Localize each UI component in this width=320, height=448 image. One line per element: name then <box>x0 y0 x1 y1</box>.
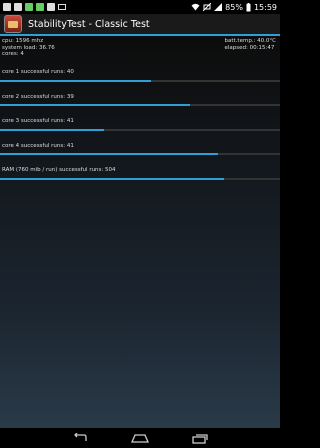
test-info: batt.temp.: 40.0°C elapsed: 00:15:47 <box>225 38 277 51</box>
elapsed-time: elapsed: 00:15:47 <box>224 44 275 51</box>
recent-apps-button[interactable] <box>191 432 209 444</box>
system-info: cpu: 1596 mhz system load: 36.76 cores: … <box>2 38 55 58</box>
core-2-label: core 2 successful runs: 39 <box>2 94 74 100</box>
core-4-label: core 4 successful runs: 41 <box>2 143 74 149</box>
action-bar: StabilityTest - Classic Test <box>0 14 280 36</box>
core-3-progress-fill <box>0 129 104 131</box>
status-bar: 85% 15:59 <box>0 0 280 14</box>
mute-icon <box>203 3 212 11</box>
back-button[interactable] <box>71 432 89 444</box>
chip-icon <box>8 20 18 28</box>
app-icon[interactable] <box>4 15 22 33</box>
app-title: StabilityTest - Classic Test <box>28 18 150 30</box>
download-icon <box>47 3 55 11</box>
battery-icon <box>246 2 251 11</box>
android-icon <box>36 3 44 11</box>
system-icons: 85% 15:59 <box>191 2 277 12</box>
core-4-progress-bar <box>0 153 280 155</box>
battery-percent: 85% <box>225 2 243 12</box>
test-content: cpu: 1596 mhz system load: 36.76 cores: … <box>0 36 280 428</box>
download-icon <box>25 3 33 11</box>
notification-icons <box>3 3 66 11</box>
signal-icon <box>214 3 223 11</box>
navigation-bar <box>0 428 280 448</box>
image-icon <box>14 3 22 11</box>
home-icon <box>131 434 149 443</box>
ram-progress-bar <box>0 178 280 180</box>
back-icon <box>74 433 87 441</box>
battery-temperature: batt.temp.: 40.0°C <box>224 38 277 44</box>
core-2-progress-bar <box>0 104 280 106</box>
core-4-progress-fill <box>0 153 219 155</box>
core-1-progress-fill <box>0 80 152 82</box>
core-1-progress-bar <box>0 80 280 82</box>
clock: 15:59 <box>253 2 277 12</box>
recent-apps-icon <box>192 433 208 444</box>
home-button[interactable] <box>131 432 149 444</box>
core-2-progress-fill <box>0 104 191 106</box>
notification-icon <box>3 3 11 11</box>
core-1-label: core 1 successful runs: 40 <box>2 69 74 75</box>
core-3-label: core 3 successful runs: 41 <box>2 118 74 124</box>
mail-icon <box>58 4 66 10</box>
ram-progress-fill <box>0 178 224 180</box>
core-count: cores: 4 <box>2 51 24 57</box>
core-3-progress-bar <box>0 129 280 131</box>
ram-label: RAM (760 mib / run) successful runs: 504 <box>2 167 116 173</box>
wifi-icon <box>191 3 200 11</box>
